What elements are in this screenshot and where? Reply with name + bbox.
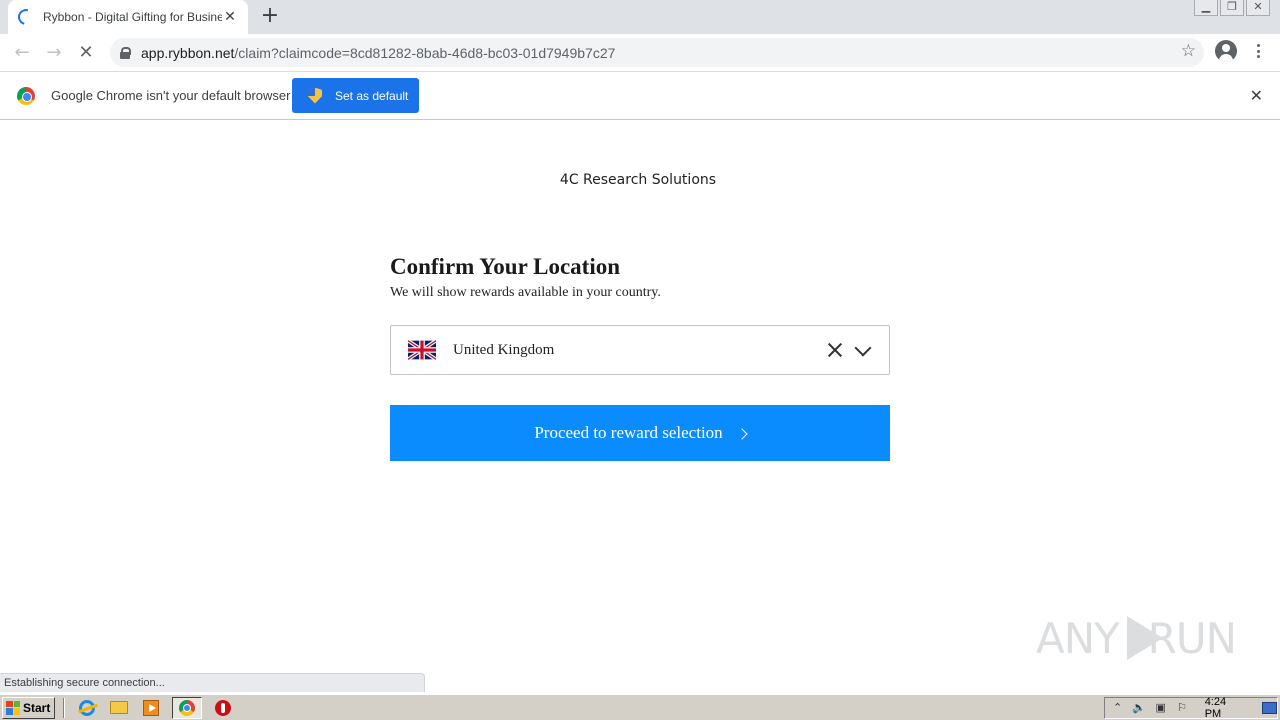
opera-icon[interactable] — [212, 697, 234, 719]
infobar-message: Google Chrome isn't your default browser — [51, 88, 291, 103]
forward-button[interactable]: → — [38, 37, 70, 69]
company-name: 4C Research Solutions — [559, 172, 717, 188]
set-as-default-button[interactable]: Set as default — [292, 78, 419, 113]
play-logo-icon — [1121, 612, 1163, 664]
profile-avatar-icon[interactable] — [1215, 40, 1237, 62]
new-tab-button[interactable]: + — [259, 5, 281, 28]
stop-loading-button[interactable]: ✕ — [70, 37, 102, 69]
status-bubble: Establishing secure connection... — [0, 673, 425, 692]
tab-strip: Rybbon - Digital Gifting for Business ✕ … — [0, 0, 1280, 34]
menu-kebab-icon[interactable] — [1250, 41, 1266, 61]
uk-flag-icon — [408, 340, 436, 360]
watermark-text-left: ANY — [1036, 613, 1120, 663]
folder-icon[interactable] — [108, 697, 130, 719]
chevron-right-icon — [736, 427, 748, 440]
anyrun-watermark: ANY RUN — [1036, 606, 1237, 670]
window-close-button[interactable]: ✕ — [1246, 0, 1270, 16]
start-label: Start — [23, 700, 51, 715]
country-select[interactable]: United Kingdom — [390, 325, 890, 375]
default-browser-infobar: Google Chrome isn't your default browser… — [0, 71, 1280, 120]
bookmark-star-icon[interactable]: ☆ — [1181, 41, 1196, 61]
media-player-icon[interactable] — [140, 697, 162, 719]
internet-explorer-icon[interactable] — [76, 697, 98, 719]
url-host: app.rybbon.net — [141, 44, 235, 61]
chrome-logo-icon — [17, 87, 35, 105]
proceed-button-label: Proceed to reward selection — [534, 423, 723, 442]
show-desktop-icon[interactable] — [1261, 702, 1278, 714]
taskbar: Start ⌃ 🔈 ▣ ⚐ 4:24 PM — [0, 694, 1280, 720]
action-center-flag-icon[interactable]: ⚐ — [1175, 701, 1188, 715]
lock-icon[interactable] — [120, 46, 131, 59]
window-controls: ▁ ❐ ✕ — [1194, 0, 1270, 16]
tray-expand-icon[interactable]: ⌃ — [1111, 701, 1124, 715]
url-text[interactable]: app.rybbon.net/claim?claimcode=8cd81282-… — [141, 45, 615, 61]
chrome-icon[interactable] — [172, 696, 202, 719]
address-bar[interactable]: app.rybbon.net/claim?claimcode=8cd81282-… — [110, 38, 1204, 67]
loading-spinner-icon — [15, 6, 37, 28]
system-tray: ⌃ 🔈 ▣ ⚐ 4:24 PM — [1104, 696, 1278, 720]
location-card: Confirm Your Location We will show rewar… — [390, 252, 890, 461]
chevron-down-icon[interactable] — [853, 340, 873, 360]
url-path: /claim?claimcode=8cd81282-8bab-46d8-bc03… — [234, 44, 616, 61]
browser-tab[interactable]: Rybbon - Digital Gifting for Business ✕ — [8, 0, 248, 34]
windows-logo-icon — [6, 700, 20, 715]
tab-title: Rybbon - Digital Gifting for Business — [43, 10, 222, 24]
infobar-close-icon[interactable]: ✕ — [1250, 86, 1263, 105]
start-button[interactable]: Start — [2, 696, 55, 719]
taskbar-separator — [63, 697, 65, 718]
restore-button[interactable]: ❐ — [1220, 0, 1244, 16]
back-button[interactable]: ← — [6, 37, 38, 69]
tab-close-icon[interactable]: ✕ — [222, 9, 238, 25]
page-subtitle: We will show rewards available in your c… — [390, 285, 661, 300]
proceed-button[interactable]: Proceed to reward selection — [390, 405, 890, 461]
browser-toolbar: ← → ✕ app.rybbon.net/claim?claimcode=8cd… — [0, 34, 1280, 71]
page-title: Confirm Your Location — [390, 254, 620, 279]
minimize-button[interactable]: ▁ — [1194, 0, 1218, 16]
volume-icon[interactable]: 🔈 — [1132, 701, 1146, 715]
uac-shield-icon — [308, 87, 322, 104]
clock[interactable]: 4:24 PM — [1205, 696, 1244, 720]
set-as-default-label: Set as default — [335, 88, 409, 103]
country-value: United Kingdom — [453, 341, 555, 358]
clear-selection-icon[interactable] — [825, 340, 845, 360]
network-icon[interactable]: ▣ — [1154, 701, 1167, 715]
